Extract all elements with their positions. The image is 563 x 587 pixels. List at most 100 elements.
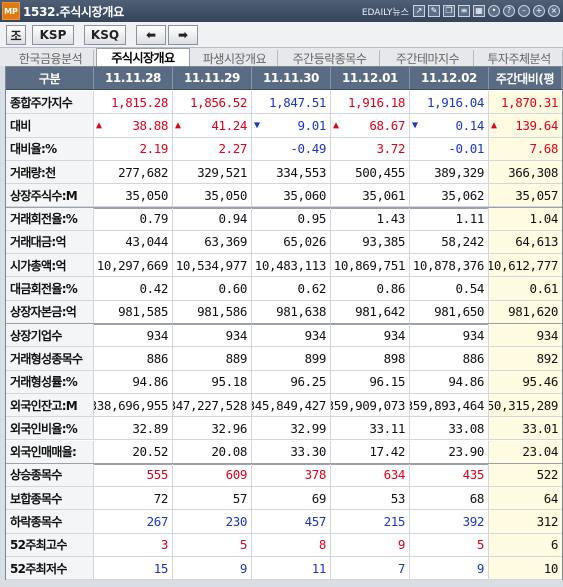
- cell-value: 20.08: [211, 444, 247, 460]
- ksp-button[interactable]: KSP: [32, 25, 74, 45]
- ksq-button[interactable]: KSQ: [84, 25, 126, 45]
- weekly-change-cell: 522: [489, 463, 562, 487]
- table-row[interactable]: 거래대금:억 43,044 63,369 65,026 93,385 58,242 64,6…: [6, 230, 562, 255]
- value-cell: 345,849,427: [252, 393, 331, 417]
- table-row[interactable]: 보합종목수 72 57 69 53 68 64: [6, 487, 562, 511]
- link-icon[interactable]: ↗: [413, 5, 425, 17]
- cell-value: 35,062: [441, 187, 484, 203]
- table-row[interactable]: 대금회전율:% 0.42 0.60 0.62 0.86 0.54 0.61: [6, 277, 562, 301]
- table-row[interactable]: 외국인비율:% 32.89 32.96 32.99 33.11 33.08 33.01: [6, 417, 562, 441]
- column-header[interactable]: 11.12.01: [331, 67, 410, 89]
- column-header[interactable]: 11.11.30: [252, 67, 331, 89]
- cell-value: 64,613: [515, 234, 558, 250]
- cell-value: 7: [397, 560, 406, 576]
- table-row[interactable]: 52주최고수 3 5 8 9 5 6: [6, 533, 562, 557]
- row-label: 거래회전율:%: [6, 207, 94, 230]
- cell-value: 338,696,955: [94, 397, 168, 413]
- value-cell: 934: [331, 324, 410, 347]
- cell-value: 10,878,376: [412, 257, 485, 273]
- weekly-change-cell: 0.61: [489, 277, 562, 300]
- table-row[interactable]: 상장기업수 934 934 934 934 934 934: [6, 324, 562, 348]
- jo-button[interactable]: 조: [6, 25, 26, 45]
- help-icon[interactable]: ?: [503, 5, 515, 17]
- table-row[interactable]: 거래량:천 277,682 329,521 334,553 500,455 389,329…: [6, 160, 562, 185]
- settings-icon[interactable]: •: [488, 5, 500, 17]
- value-cell: 215: [331, 510, 410, 533]
- value-cell: 934: [173, 324, 252, 347]
- row-label: 대비율:%: [6, 137, 94, 160]
- tab-weekly-updown[interactable]: 주간등락종목수: [280, 50, 380, 66]
- value-cell: 35,050: [173, 184, 252, 207]
- value-cell: 230: [173, 510, 252, 533]
- table-row[interactable]: 외국인매매율: 20.52 20.08 33.30 17.42 23.90 23.04: [6, 440, 562, 464]
- cell-value: 5: [476, 537, 485, 553]
- table-row[interactable]: 상장자본금:억 981,585 981,586 981,638 981,642 981,6…: [6, 300, 562, 324]
- list-icon[interactable]: ≡: [458, 5, 470, 17]
- tab-weekly-theme[interactable]: 주간테마지수: [382, 50, 474, 66]
- cell-value: 15: [153, 560, 169, 576]
- value-cell: 5: [410, 533, 489, 556]
- tab-market-overview[interactable]: 주식시장개요: [96, 48, 190, 66]
- value-cell: 457: [252, 510, 331, 533]
- value-cell: 3: [94, 533, 173, 556]
- value-cell: 65,026: [252, 230, 331, 254]
- value-cell: 981,638: [252, 300, 331, 323]
- value-cell: ▲ 38.88: [94, 114, 173, 137]
- table-row[interactable]: 하락종목수 267 230 457 215 392 312: [6, 510, 562, 534]
- tab-korea-finance[interactable]: 한국금융분석: [8, 50, 94, 66]
- value-cell: 5: [173, 533, 252, 556]
- cell-value: 38.88: [132, 117, 168, 133]
- table-row[interactable]: 거래형성률:% 94.86 95.18 96.25 96.15 94.86 95.46: [6, 370, 562, 394]
- table-row[interactable]: 종합주가지수 1,815.28 1,856.52 1,847.51 1,916.18 1,…: [6, 91, 562, 115]
- table-row[interactable]: 거래회전율:% 0.79 0.94 0.95 1.43 1.11 1.04: [6, 207, 562, 231]
- column-header[interactable]: 11.12.02: [410, 67, 489, 89]
- close-icon[interactable]: ×: [548, 5, 560, 17]
- column-header[interactable]: 11.11.28: [94, 67, 173, 89]
- value-cell: 63,369: [173, 230, 252, 254]
- table-row[interactable]: 대비 ▲ 38.88 ▲ 41.24 ▼ 9.01 ▲ 68.67 ▼ 0.14 ▲ 139.64: [6, 114, 562, 138]
- maximize-icon[interactable]: +: [533, 5, 545, 17]
- prev-arrow-icon[interactable]: ⬅: [136, 25, 166, 45]
- row-label: 외국인잔고:M: [6, 393, 94, 417]
- cell-value: 981,642: [355, 304, 405, 320]
- tab-derivatives[interactable]: 파생시장개요: [192, 50, 278, 66]
- cell-value: 0.60: [218, 281, 247, 297]
- weekly-change-cell: 366,308: [489, 160, 562, 184]
- cell-value: 0.61: [529, 281, 558, 297]
- cell-value: 899: [304, 350, 327, 366]
- table-row[interactable]: 52주최저수 15 9 11 7 9 10: [6, 557, 562, 581]
- up-triangle-icon: ▲: [491, 119, 497, 131]
- grid-icon[interactable]: ▦: [473, 5, 485, 17]
- value-cell: 15: [94, 557, 173, 580]
- cell-value: 33.11: [369, 420, 405, 436]
- row-label: 하락종목수: [6, 510, 94, 533]
- brand-label[interactable]: EDAILY뉴스: [362, 5, 409, 18]
- cell-value: 95.18: [211, 374, 247, 390]
- table-row[interactable]: 시가총액:억 10,297,669 10,534,977 10,483,113 10,8…: [6, 254, 562, 278]
- value-cell: 0.42: [94, 277, 173, 300]
- column-header[interactable]: 구분: [6, 67, 94, 89]
- cell-value: 0.94: [218, 211, 247, 227]
- cell-value: 32.89: [132, 420, 168, 436]
- next-arrow-icon[interactable]: ➡: [168, 25, 198, 45]
- cell-value: 95.46: [522, 374, 558, 390]
- value-cell: 1,916.04: [410, 91, 489, 114]
- table-row[interactable]: 외국인잔고:M 338,696,955 347,227,528 345,849,427…: [6, 393, 562, 418]
- value-cell: 500,455: [331, 160, 410, 184]
- cell-value: 981,620: [508, 304, 558, 320]
- edit-icon[interactable]: ✎: [428, 5, 440, 17]
- tab-investor[interactable]: 투자주체분석: [476, 50, 563, 66]
- column-header[interactable]: 11.11.29: [173, 67, 252, 89]
- row-label: 거래량:천: [6, 160, 94, 184]
- copy-icon[interactable]: ❐: [443, 5, 455, 17]
- table-row[interactable]: 상승종목수 555 609 378 634 435 522: [6, 463, 562, 488]
- table-row[interactable]: 상장주식수:M 35,050 35,050 35,060 35,061 35,062 35,…: [6, 184, 562, 208]
- value-cell: 17.42: [331, 440, 410, 463]
- table-row[interactable]: 거래형성종목수 886 889 899 898 886 892: [6, 347, 562, 371]
- column-header[interactable]: 주간대비(평: [489, 67, 562, 89]
- minimize-icon[interactable]: –: [518, 5, 530, 17]
- row-label: 시가총액:억: [6, 254, 94, 277]
- value-cell: 898: [331, 347, 410, 370]
- value-cell: 0.54: [410, 277, 489, 300]
- table-row[interactable]: 대비율:% 2.19 2.27 -0.49 3.72 -0.01 7.68: [6, 137, 562, 161]
